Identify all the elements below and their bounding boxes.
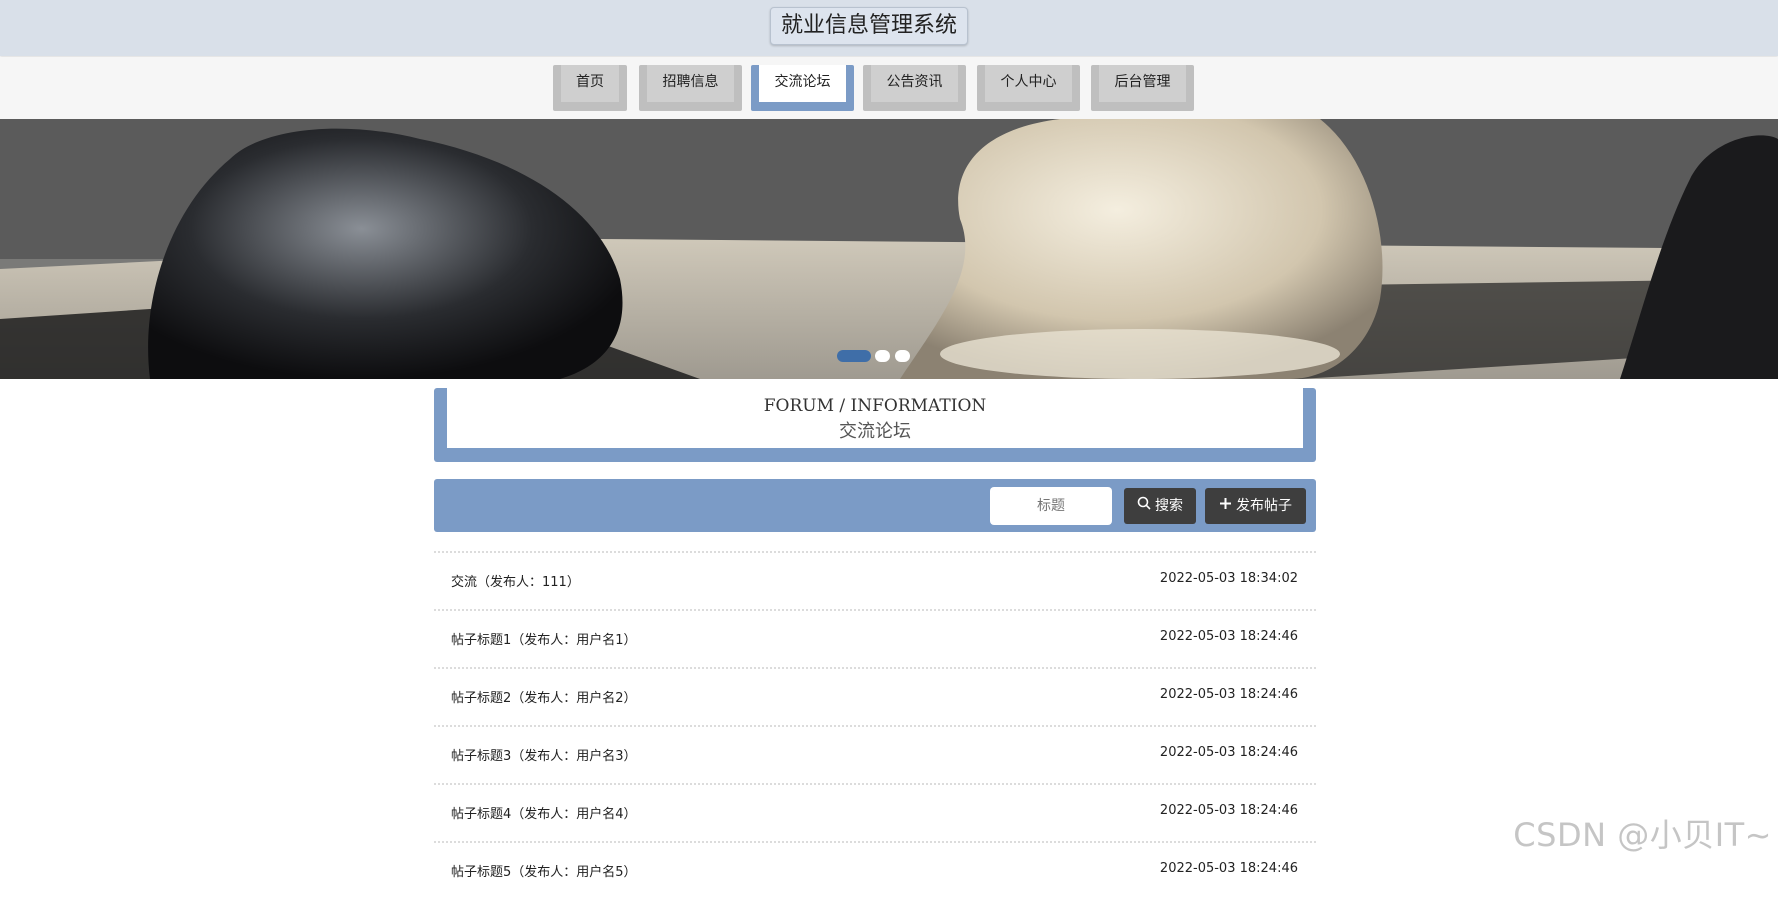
post-time: 2022-05-03 18:24:46	[1159, 687, 1298, 702]
search-input[interactable]	[990, 487, 1112, 525]
post-list: 交流（发布人：111） 2022-05-03 18:34:02 帖子标题1（发布…	[434, 551, 1316, 899]
list-item[interactable]: 帖子标题5（发布人：用户名5） 2022-05-03 18:24:46	[434, 841, 1316, 899]
nav-item-label: 首页	[561, 65, 619, 102]
post-title[interactable]: 交流（发布人：111）	[451, 571, 580, 590]
search-icon	[1137, 488, 1151, 524]
nav-item-home[interactable]: 首页	[553, 65, 627, 111]
forum-title-box: FORUM / INFORMATION 交流论坛	[434, 388, 1316, 462]
nav-item-label: 交流论坛	[759, 65, 846, 102]
search-bar: 搜索 发布帖子	[434, 479, 1316, 532]
plus-icon	[1219, 488, 1232, 524]
add-post-button[interactable]: 发布帖子	[1205, 488, 1306, 524]
forum-title-inner: FORUM / INFORMATION 交流论坛	[447, 388, 1303, 448]
carousel-dot-1[interactable]	[837, 350, 871, 362]
post-title[interactable]: 帖子标题1（发布人：用户名1）	[451, 629, 637, 648]
list-item[interactable]: 帖子标题3（发布人：用户名3） 2022-05-03 18:24:46	[434, 725, 1316, 783]
nav-item-label: 个人中心	[985, 65, 1072, 102]
list-item[interactable]: 帖子标题1（发布人：用户名1） 2022-05-03 18:24:46	[434, 609, 1316, 667]
list-item[interactable]: 帖子标题2（发布人：用户名2） 2022-05-03 18:24:46	[434, 667, 1316, 725]
nav-item-admin[interactable]: 后台管理	[1091, 65, 1194, 111]
post-title[interactable]: 帖子标题2（发布人：用户名2）	[451, 687, 637, 706]
search-button-label: 搜索	[1155, 498, 1183, 514]
banner-image	[0, 119, 1778, 379]
post-time: 2022-05-03 18:34:02	[1159, 571, 1298, 586]
add-post-button-label: 发布帖子	[1236, 498, 1292, 514]
nav-item-label: 公告资讯	[871, 65, 958, 102]
search-button[interactable]: 搜索	[1124, 488, 1196, 524]
nav-item-announcements[interactable]: 公告资讯	[863, 65, 966, 111]
header: 就业信息管理系统	[0, 0, 1778, 56]
nav-item-personal-center[interactable]: 个人中心	[977, 65, 1080, 111]
post-time: 2022-05-03 18:24:46	[1159, 745, 1298, 760]
watermark: CSDN @小贝IT~	[1513, 816, 1772, 854]
site-title: 就业信息管理系统	[770, 7, 969, 45]
post-title[interactable]: 帖子标题3（发布人：用户名3）	[451, 745, 637, 764]
list-item[interactable]: 交流（发布人：111） 2022-05-03 18:34:02	[434, 551, 1316, 609]
forum-title-en: FORUM / INFORMATION	[763, 396, 987, 416]
forum-title-cn: 交流论坛	[839, 421, 911, 442]
carousel-dot-2[interactable]	[875, 350, 890, 362]
post-time: 2022-05-03 18:24:46	[1159, 629, 1298, 644]
post-title[interactable]: 帖子标题5（发布人：用户名5）	[451, 861, 637, 880]
nav-item-label: 招聘信息	[647, 65, 734, 102]
main-nav: 首页 招聘信息 交流论坛 公告资讯 个人中心 后台管理	[0, 57, 1778, 119]
carousel-dot-3[interactable]	[895, 350, 910, 362]
list-item[interactable]: 帖子标题4（发布人：用户名4） 2022-05-03 18:24:46	[434, 783, 1316, 841]
nav-item-forum[interactable]: 交流论坛	[751, 65, 854, 111]
post-time: 2022-05-03 18:24:46	[1159, 803, 1298, 818]
nav-item-jobs[interactable]: 招聘信息	[639, 65, 742, 111]
post-time: 2022-05-03 18:24:46	[1159, 861, 1298, 876]
banner-carousel[interactable]	[0, 119, 1778, 379]
post-title[interactable]: 帖子标题4（发布人：用户名4）	[451, 803, 637, 822]
nav-item-label: 后台管理	[1099, 65, 1186, 102]
